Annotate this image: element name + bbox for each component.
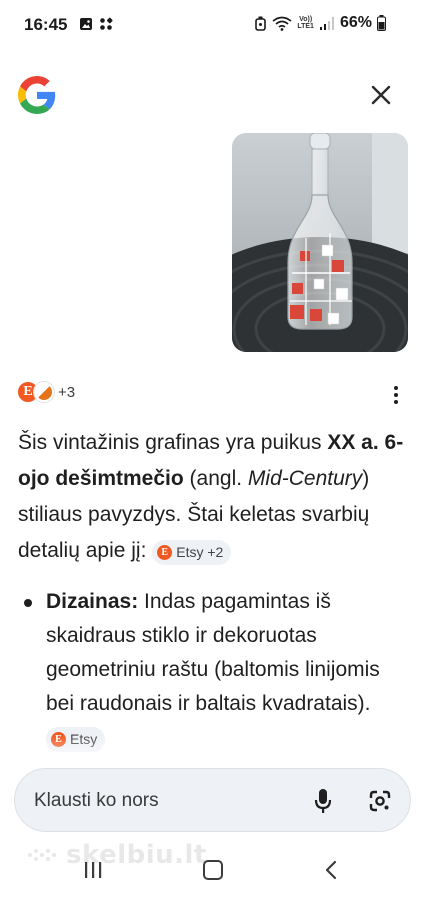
- more-vert-dot: [394, 400, 398, 404]
- answer-text: Šis vintažinis grafinas yra puikus: [18, 431, 328, 454]
- bullet-dot: [24, 599, 32, 607]
- recents-icon: [85, 862, 102, 878]
- status-time: 16:45: [24, 15, 68, 34]
- more-vert-dot: [394, 393, 398, 397]
- apps-notification-icon: [100, 17, 113, 30]
- wifi-icon: [272, 16, 292, 31]
- answer-italic-text: Mid-Century: [247, 467, 363, 490]
- google-lens-icon: [369, 790, 391, 812]
- sources-row[interactable]: E +3: [16, 380, 75, 404]
- close-button[interactable]: [366, 80, 396, 110]
- bullet-item-design: Dizainas: Indas pagamintas iš skaidraus …: [22, 585, 412, 755]
- mic-icon: [314, 789, 332, 813]
- back-icon: [325, 860, 337, 880]
- skelbiu-watermark: skelbiu.lt: [24, 840, 207, 870]
- result-image-decanter[interactable]: [232, 133, 408, 352]
- status-bar: 16:45 Vo)) LTE1 66%: [0, 0, 426, 52]
- close-icon: [371, 85, 391, 105]
- voice-search-button[interactable]: [309, 786, 337, 816]
- answer-text: (angl.: [183, 467, 248, 490]
- watermark-logo-icon: [28, 849, 56, 861]
- more-options-button[interactable]: [386, 383, 406, 407]
- search-placeholder: Klausti ko nors: [34, 790, 159, 811]
- alarm-icon: [255, 16, 267, 31]
- signal-icon: [319, 16, 334, 30]
- citation-chip-etsy[interactable]: E Etsy +2: [152, 540, 232, 565]
- nav-home-button[interactable]: [203, 860, 223, 880]
- citation-chip-label: Etsy +2: [176, 544, 224, 560]
- volte-line1: Vo)): [299, 16, 313, 23]
- battery-percentage: 66%: [339, 14, 372, 31]
- volte-line2: LTE1: [297, 23, 314, 30]
- status-notification-icons: [79, 17, 113, 31]
- ask-anything-search-bar[interactable]: Klausti ko nors: [14, 768, 411, 832]
- volte-indicator: Vo)) LTE1: [297, 16, 314, 30]
- bullet-text: Dizainas: Indas pagamintas iš skaidraus …: [46, 585, 412, 755]
- sources-count: +3: [58, 383, 76, 401]
- google-lens-button[interactable]: [365, 786, 395, 816]
- battery-icon: [377, 15, 386, 31]
- more-vert-icon: [394, 386, 398, 390]
- bullet-label: Dizainas:: [46, 590, 139, 613]
- nav-recents-button[interactable]: [82, 860, 104, 880]
- etsy-icon: E: [157, 545, 173, 560]
- status-system-icons: Vo)) LTE1 66%: [254, 14, 386, 32]
- nav-back-button[interactable]: [322, 860, 342, 880]
- second-source-icon: [34, 382, 54, 402]
- answer-paragraph: Šis vintažinis grafinas yra puikus XX a.…: [18, 425, 413, 569]
- gallery-notification-icon: [80, 18, 92, 30]
- google-g-icon: [18, 76, 56, 114]
